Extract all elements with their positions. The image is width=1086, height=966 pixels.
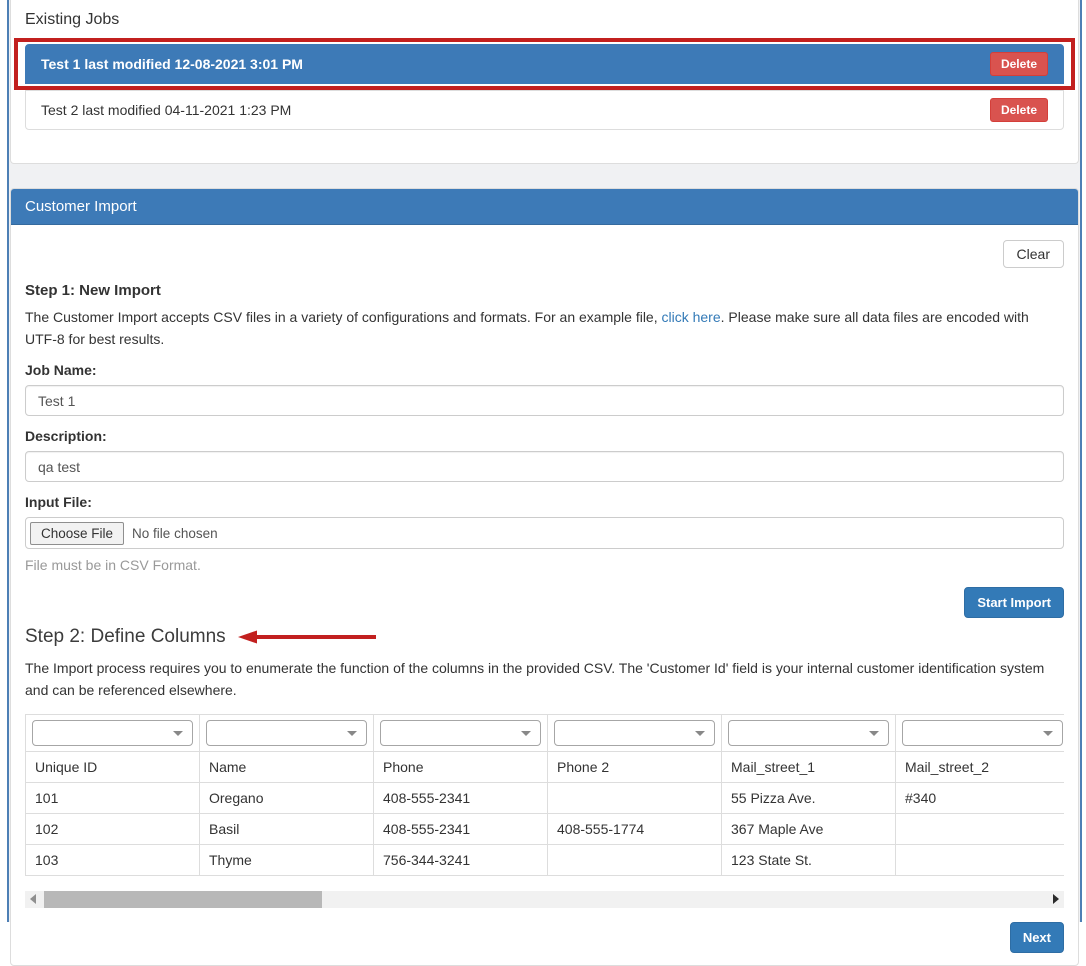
- horizontal-scrollbar[interactable]: [25, 891, 1064, 908]
- table-cell: 408-555-1774: [548, 813, 722, 844]
- column-header: Mail_street_2: [896, 751, 1065, 782]
- table-cell: [896, 844, 1065, 875]
- table-row: 101 Oregano 408-555-2341 55 Pizza Ave. #…: [26, 782, 1065, 813]
- table-cell: 408-555-2341: [374, 782, 548, 813]
- column-mapping-table: Unique ID Name Phone Phone 2 Mail_street…: [25, 714, 1064, 876]
- step1-description: The Customer Import accepts CSV files in…: [25, 307, 1064, 350]
- step1-desc-text: The Customer Import accepts CSV files in…: [25, 309, 662, 325]
- table-cell: Thyme: [200, 844, 374, 875]
- customer-import-header: Customer Import: [11, 189, 1078, 225]
- column-mapping-select[interactable]: [32, 720, 193, 746]
- column-header: Phone: [374, 751, 548, 782]
- chevron-down-icon: [695, 731, 705, 736]
- table-cell: 102: [26, 813, 200, 844]
- example-file-link[interactable]: click here: [662, 309, 721, 325]
- table-cell: Oregano: [200, 782, 374, 813]
- existing-jobs-title: Existing Jobs: [25, 11, 1064, 29]
- scroll-right-icon[interactable]: [1048, 891, 1064, 908]
- job-name-input[interactable]: [25, 385, 1064, 416]
- next-button[interactable]: Next: [1010, 922, 1064, 953]
- customer-import-panel: Customer Import Clear Step 1: New Import…: [10, 188, 1079, 966]
- column-mapping-select[interactable]: [728, 720, 889, 746]
- table-cell: 756-344-3241: [374, 844, 548, 875]
- table-cell: [896, 813, 1065, 844]
- column-mapping-select[interactable]: [902, 720, 1063, 746]
- app-frame: Existing Jobs Test 1 last modified 12-08…: [7, 0, 1082, 922]
- column-header: Phone 2: [548, 751, 722, 782]
- csv-format-hint: File must be in CSV Format.: [25, 557, 1064, 573]
- arrow-left-icon: [238, 630, 376, 644]
- scroll-left-icon[interactable]: [25, 891, 41, 908]
- table-cell: 408-555-2341: [374, 813, 548, 844]
- table-cell: 55 Pizza Ave.: [722, 782, 896, 813]
- table-cell: [548, 844, 722, 875]
- job-label: Test 2 last modified 04-11-2021 1:23 PM: [41, 102, 291, 118]
- table-cell: 103: [26, 844, 200, 875]
- job-name-label: Job Name:: [25, 362, 1064, 378]
- column-header: Unique ID: [26, 751, 200, 782]
- table-row: 103 Thyme 756-344-3241 123 State St.: [26, 844, 1065, 875]
- customer-import-body: Clear Step 1: New Import The Customer Im…: [11, 225, 1078, 965]
- existing-jobs-panel: Existing Jobs Test 1 last modified 12-08…: [10, 0, 1079, 164]
- scrollbar-thumb[interactable]: [44, 891, 322, 908]
- chevron-down-icon: [869, 731, 879, 736]
- step1-heading: Step 1: New Import: [25, 282, 1064, 299]
- job-row-test2[interactable]: Test 2 last modified 04-11-2021 1:23 PM …: [25, 90, 1064, 130]
- delete-job-button[interactable]: Delete: [990, 98, 1048, 122]
- clear-button[interactable]: Clear: [1003, 240, 1064, 268]
- table-header-row: Unique ID Name Phone Phone 2 Mail_street…: [26, 751, 1065, 782]
- table-cell: 123 State St.: [722, 844, 896, 875]
- file-input[interactable]: Choose File No file chosen: [25, 517, 1064, 549]
- column-header: Mail_street_1: [722, 751, 896, 782]
- choose-file-button[interactable]: Choose File: [30, 522, 124, 545]
- table-cell: 101: [26, 782, 200, 813]
- delete-job-button[interactable]: Delete: [990, 52, 1048, 76]
- step2-heading: Step 2: Define Columns: [25, 626, 226, 648]
- job-label: Test 1 last modified 12-08-2021 3:01 PM: [41, 56, 303, 72]
- annotation-highlight-box: Test 1 last modified 12-08-2021 3:01 PM …: [14, 38, 1075, 90]
- column-mapping-select[interactable]: [206, 720, 367, 746]
- column-mapping-table-container: Unique ID Name Phone Phone 2 Mail_street…: [25, 714, 1064, 876]
- description-input[interactable]: [25, 451, 1064, 482]
- chevron-down-icon: [347, 731, 357, 736]
- table-cell: [548, 782, 722, 813]
- chevron-down-icon: [521, 731, 531, 736]
- job-row-test1[interactable]: Test 1 last modified 12-08-2021 3:01 PM …: [25, 44, 1064, 84]
- table-cell: Basil: [200, 813, 374, 844]
- column-mapping-select-row: [26, 714, 1065, 751]
- input-file-label: Input File:: [25, 494, 1064, 510]
- table-cell: #340: [896, 782, 1065, 813]
- chevron-down-icon: [173, 731, 183, 736]
- column-header: Name: [200, 751, 374, 782]
- file-chosen-status: No file chosen: [132, 526, 218, 541]
- chevron-down-icon: [1043, 731, 1053, 736]
- table-cell: 367 Maple Ave: [722, 813, 896, 844]
- column-mapping-select[interactable]: [554, 720, 715, 746]
- start-import-button[interactable]: Start Import: [964, 587, 1064, 618]
- column-mapping-select[interactable]: [380, 720, 541, 746]
- table-row: 102 Basil 408-555-2341 408-555-1774 367 …: [26, 813, 1065, 844]
- step2-description: The Import process requires you to enume…: [25, 658, 1064, 701]
- description-label: Description:: [25, 428, 1064, 444]
